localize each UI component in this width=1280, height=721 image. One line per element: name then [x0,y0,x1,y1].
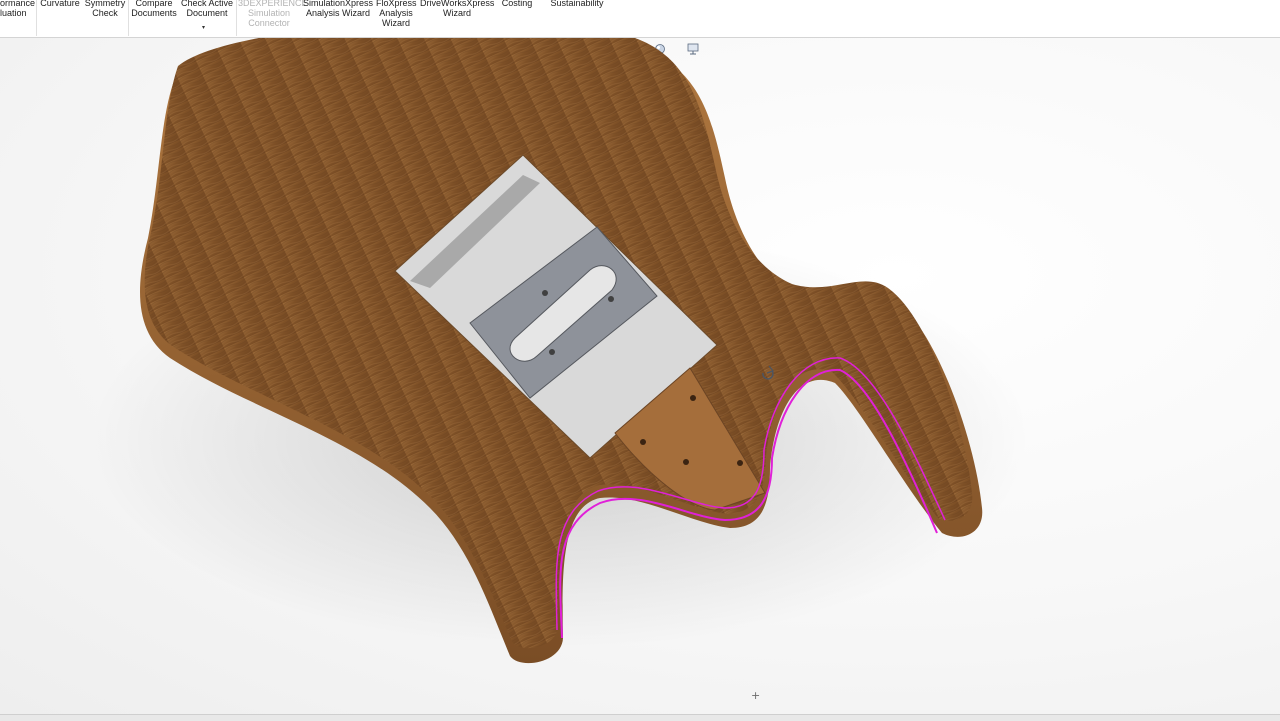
mount-screw [549,349,555,355]
ribbon-separator [128,0,129,36]
graphics-viewport[interactable]: + [0,38,1280,714]
check-active-document-button[interactable]: Check Active Document [180,0,234,18]
costing-button[interactable]: Costing [498,0,536,8]
compare-documents-button[interactable]: Compare Documents [130,0,178,18]
check-active-document-dropdown-icon[interactable]: ▾ [202,24,205,31]
symmetry-check-button[interactable]: Symmetry Check [84,0,126,18]
ribbon-separator [36,0,37,36]
neck-screw-hole [683,459,689,465]
3dexperience-simulation-connector-button[interactable]: 3DEXPERIENCE Simulation Connector [238,0,308,28]
floxpress-analysis-wizard-button[interactable]: FloXpress Analysis Wizard [376,0,417,28]
guitar-body-model[interactable] [0,38,1280,714]
performance-evaluation-button[interactable]: ormance luation [0,0,35,18]
sustainability-button[interactable]: Sustainability [546,0,608,8]
mount-screw [608,296,614,302]
simulationxpress-analysis-wizard-button[interactable]: SimulationXpress Analysis Wizard [302,0,374,18]
neck-screw-hole [690,395,696,401]
neck-screw-hole [640,439,646,445]
mount-screw [542,290,548,296]
origin-indicator-icon: + [751,689,761,702]
driveworksxpress-wizard-button[interactable]: DriveWorksXpress Wizard [420,0,494,18]
command-manager-ribbon: ormance luation Curvature Symmetry Check… [0,0,1280,38]
neck-screw-hole [737,460,743,466]
curvature-button[interactable]: Curvature [40,0,80,8]
ribbon-separator [236,0,237,36]
